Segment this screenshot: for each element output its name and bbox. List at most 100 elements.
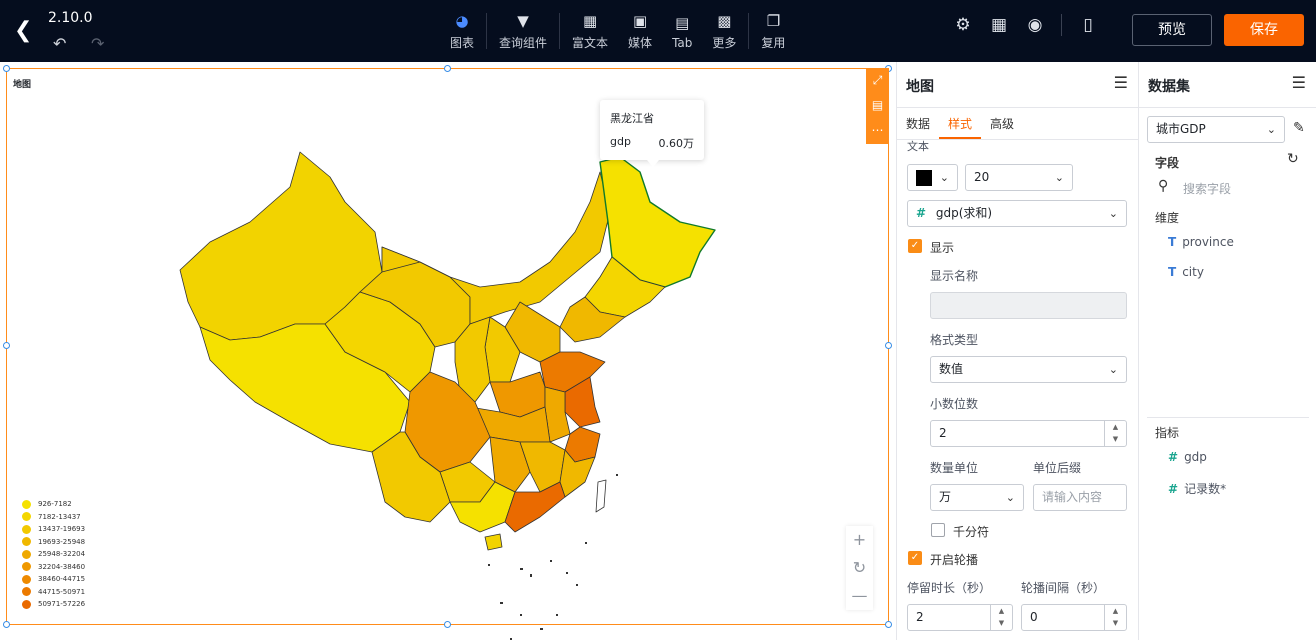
save-button[interactable]: 保存	[1224, 14, 1304, 46]
style-panel-title: 地图	[906, 79, 934, 95]
decimal-stepper[interactable]: 2 ▲ ▼	[930, 420, 1127, 447]
reset-view-icon[interactable]: ↻	[846, 554, 873, 582]
collapse-menu-icon[interactable]: ☰	[1114, 73, 1128, 92]
label-field-value: gdp(求和)	[935, 206, 993, 220]
refresh-icon[interactable]: ↻	[1287, 151, 1299, 167]
decimal-value: 2	[939, 426, 947, 440]
text-section-label: 文本	[907, 140, 929, 153]
copy-icon: ❐	[766, 12, 781, 30]
number-field-icon: #	[916, 206, 927, 220]
dataset-panel-title: 数据集	[1148, 79, 1190, 95]
tool-media[interactable]: ▣ 媒体	[618, 0, 662, 62]
back-arrow-icon[interactable]: ❮	[14, 20, 32, 42]
china-map	[179, 151, 716, 640]
format-type-select[interactable]: 数值 ⌄	[930, 356, 1127, 383]
legend-label: 44715-50971	[38, 587, 86, 596]
tool-tab[interactable]: ▤ Tab	[662, 0, 702, 62]
stepper-arrows-icon[interactable]: ▲ ▼	[1104, 421, 1126, 446]
tool-query[interactable]: ▼ 查询组件	[489, 0, 557, 62]
legend-label: 38460-44715	[38, 575, 86, 584]
collapse-menu-icon[interactable]: ☰	[1292, 73, 1306, 92]
province-region[interactable]	[484, 533, 503, 551]
grid-icon: ▩	[717, 12, 732, 30]
suffix-placeholder: 请输入内容	[1042, 490, 1103, 504]
mobile-icon[interactable]: ▯	[1070, 15, 1106, 35]
text-type-icon: T	[1168, 265, 1177, 279]
component-tree-icon[interactable]: ▦	[981, 15, 1017, 35]
stepper-arrows-icon[interactable]: ▲ ▼	[990, 605, 1012, 630]
style-panel-tabs: 数据 样式 高级	[897, 108, 1138, 140]
font-size-select[interactable]: 20 ⌄	[965, 164, 1073, 191]
font-color-picker[interactable]: ⌄	[907, 164, 958, 191]
chevron-down-icon: ⌄	[1108, 363, 1118, 376]
legend-item[interactable]: 7182-13437	[22, 511, 85, 524]
chevron-down-icon: ⌄	[1005, 491, 1015, 504]
tooltip-value: 0.60万	[658, 137, 695, 150]
province-region[interactable]	[539, 351, 606, 393]
settings-sliders-icon[interactable]: ⚙	[945, 15, 981, 35]
field-search-input[interactable]: 搜索字段	[1183, 180, 1231, 197]
map-legend: 926-7182 7182-13437 13437-19693 19693-25948…	[22, 498, 85, 611]
unit-label: 数量单位	[930, 461, 979, 475]
suffix-input[interactable]: 请输入内容	[1033, 484, 1127, 511]
show-label-checkbox[interactable]: ✓	[908, 239, 922, 253]
tool-more[interactable]: ▩ 更多	[702, 0, 746, 62]
interval-value: 0	[1030, 610, 1038, 624]
label-field-select[interactable]: # gdp(求和) ⌄	[907, 200, 1127, 227]
dimension-label: 维度	[1155, 211, 1180, 225]
tab-style[interactable]: 样式	[939, 108, 982, 139]
tooltip-arrow	[647, 160, 659, 167]
dimension-field[interactable]: Tprovince	[1168, 235, 1234, 249]
tool-chart[interactable]: ◕ 图表	[440, 0, 484, 62]
right-tools-divider	[1061, 14, 1062, 36]
style-panel-header: 地图 ☰	[897, 62, 1138, 108]
zoom-in-icon[interactable]: +	[846, 526, 873, 554]
legend-item[interactable]: 19693-25948	[22, 536, 85, 549]
unit-select[interactable]: 万 ⌄	[930, 484, 1024, 511]
tooltip-region: 黑龙江省	[610, 112, 654, 125]
carousel-label: 开启轮播	[930, 553, 979, 567]
tool-richtext[interactable]: ▦ 富文本	[562, 0, 618, 62]
edit-dataset-icon[interactable]: ✎	[1293, 120, 1305, 136]
tab-data[interactable]: 数据	[897, 108, 939, 139]
theme-palette-icon[interactable]: ◉	[1017, 15, 1053, 35]
dwell-stepper[interactable]: 2 ▲ ▼	[907, 604, 1013, 631]
legend-item[interactable]: 50971-57226	[22, 598, 85, 611]
toolbar-divider	[559, 13, 561, 49]
legend-item[interactable]: 44715-50971	[22, 586, 85, 599]
legend-item[interactable]: 25948-32204	[22, 548, 85, 561]
legend-label: 50971-57226	[38, 600, 86, 609]
dwell-label: 停留时长（秒）	[907, 581, 992, 595]
tool-reuse[interactable]: ❐ 复用	[751, 0, 795, 62]
stepper-arrows-icon[interactable]: ▲ ▼	[1104, 605, 1126, 630]
tab-advanced[interactable]: 高级	[981, 108, 1023, 139]
province-region[interactable]	[595, 479, 607, 513]
dataset-select[interactable]: 城市GDP ⌄	[1147, 116, 1285, 143]
preview-button[interactable]: 预览	[1132, 14, 1212, 46]
legend-item[interactable]: 38460-44715	[22, 573, 85, 586]
text-type-icon: T	[1168, 235, 1177, 249]
number-type-icon: #	[1168, 482, 1179, 496]
metric-field[interactable]: # 记录数*	[1168, 480, 1226, 497]
legend-item[interactable]: 32204-38460	[22, 561, 85, 574]
format-type-value: 数值	[939, 362, 964, 376]
legend-color-dot	[22, 499, 31, 509]
version-label: 2.10.0	[48, 10, 93, 26]
thousands-checkbox[interactable]	[931, 523, 945, 537]
tool-query-label: 查询组件	[499, 36, 548, 50]
component-toolbar: ◕ 图表 ▼ 查询组件 ▦ 富文本 ▣ 媒体 ▤ Tab ▩ 更多 ❐ 复用	[440, 0, 795, 62]
interval-stepper[interactable]: 0 ▲ ▼	[1021, 604, 1127, 631]
redo-icon[interactable]: ↷	[91, 34, 104, 53]
legend-item[interactable]: 926-7182	[22, 498, 85, 511]
carousel-checkbox[interactable]: ✓	[908, 551, 922, 565]
legend-item[interactable]: 13437-19693	[22, 523, 85, 536]
zoom-out-icon[interactable]: —	[846, 582, 873, 610]
dimension-field[interactable]: Tcity	[1168, 265, 1204, 279]
tool-reuse-label: 复用	[761, 36, 786, 50]
undo-icon[interactable]: ↶	[53, 34, 66, 53]
metric-field[interactable]: # gdp	[1168, 450, 1207, 464]
dimension-field-label: province	[1182, 235, 1234, 249]
tooltip-field: gdp	[610, 135, 631, 148]
top-bar: ❮ 2.10.0 ↶ ↷ ◕ 图表 ▼ 查询组件 ▦ 富文本 ▣ 媒体 ▤ Ta…	[0, 0, 1316, 62]
legend-label: 19693-25948	[38, 537, 86, 546]
